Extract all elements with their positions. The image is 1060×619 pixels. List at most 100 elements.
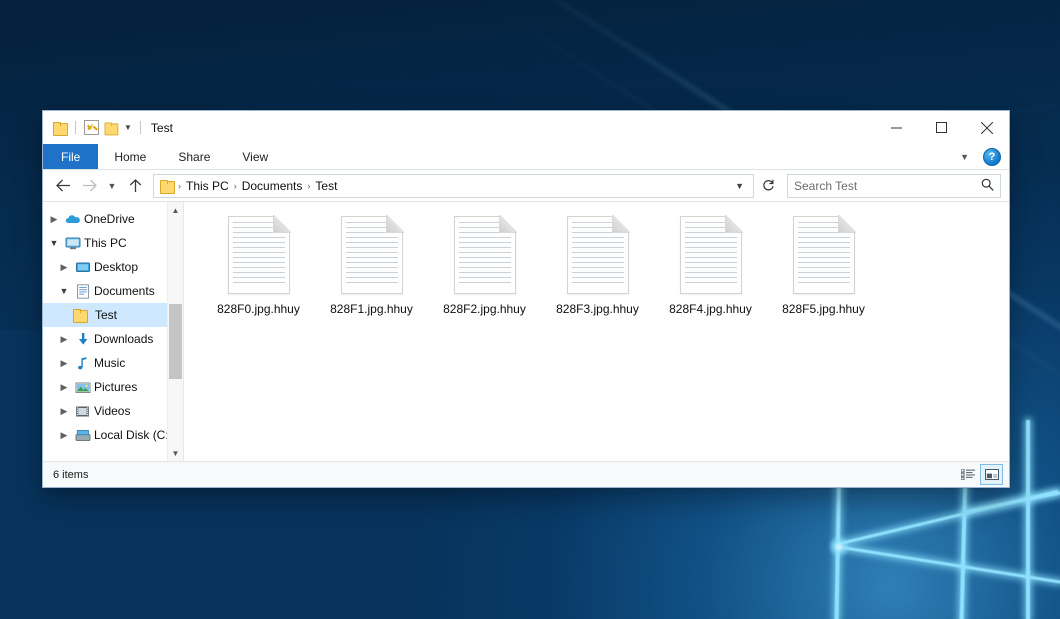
file-item[interactable]: 828F5.jpg.hhuy xyxy=(767,216,880,326)
toolbar-divider xyxy=(140,121,141,134)
window-title: Test xyxy=(151,121,173,135)
generic-document-icon xyxy=(341,216,403,294)
scrollbar-track[interactable] xyxy=(168,218,183,445)
file-item[interactable]: 828F3.jpg.hhuy xyxy=(541,216,654,326)
ribbon-right-controls: ▼ ? xyxy=(954,144,1009,169)
folder-glyph xyxy=(73,309,87,321)
chevron-down-icon[interactable]: ▼ xyxy=(954,152,975,162)
chevron-right-icon[interactable]: ▶ xyxy=(57,406,71,417)
scrollbar-thumb[interactable] xyxy=(169,304,182,379)
address-bar: ▼ › This PC › Documents › Test ▼ Search … xyxy=(43,170,1009,201)
navigation-pane-scrollbar[interactable]: ▲ ▼ xyxy=(167,202,183,461)
file-explorer-window: ✓ ▼ Test File Home Share View ▼ xyxy=(42,110,1010,488)
file-item[interactable]: 828F1.jpg.hhuy xyxy=(315,216,428,326)
generic-document-icon xyxy=(680,216,742,294)
scroll-up-button[interactable]: ▲ xyxy=(168,202,183,218)
view-mode-buttons xyxy=(957,464,1003,485)
sidebar-item-desktop[interactable]: ▶ Desktop xyxy=(43,255,183,279)
folder-icon xyxy=(160,180,174,192)
file-item[interactable]: 828F4.jpg.hhuy xyxy=(654,216,767,326)
sidebar-item-label: OneDrive xyxy=(84,212,135,226)
quick-access-toolbar: ✓ ▼ xyxy=(53,120,144,135)
documents-icon xyxy=(74,283,91,299)
chevron-down-icon[interactable]: ▼ xyxy=(730,181,749,191)
sidebar-item-label: Pictures xyxy=(94,380,137,394)
monitor-icon xyxy=(64,235,81,251)
file-name: 828F4.jpg.hhuy xyxy=(669,302,752,316)
sidebar-item-documents[interactable]: ▼ Documents xyxy=(43,279,183,303)
up-button[interactable] xyxy=(123,174,147,198)
title-bar: ✓ ▼ Test xyxy=(43,111,1009,144)
sidebar-item-music[interactable]: ▶ Music xyxy=(43,351,183,375)
pictures-icon xyxy=(74,379,91,395)
search-input[interactable]: Search Test xyxy=(787,174,1001,198)
minimize-button[interactable] xyxy=(874,111,919,144)
ribbon-tab-bar: File Home Share View ▼ ? xyxy=(43,144,1009,170)
chevron-right-icon[interactable]: ▶ xyxy=(57,430,71,441)
explorer-body: ▶ OneDrive ▼ This PC ▶ Desktop xyxy=(43,201,1009,461)
status-bar: 6 items xyxy=(43,461,1009,487)
sidebar-item-this-pc[interactable]: ▼ This PC xyxy=(43,231,183,255)
sidebar-item-downloads[interactable]: ▶ Downloads xyxy=(43,327,183,351)
chevron-down-icon[interactable]: ▼ xyxy=(57,286,71,296)
search-icon[interactable] xyxy=(981,178,994,194)
file-item[interactable]: 828F2.jpg.hhuy xyxy=(428,216,541,326)
folder-icon[interactable] xyxy=(53,122,67,134)
breadcrumb-item-test[interactable]: Test xyxy=(311,179,341,193)
breadcrumb-item-documents[interactable]: Documents xyxy=(238,179,307,193)
chevron-right-icon[interactable]: ▶ xyxy=(57,262,71,273)
sidebar-item-label: Desktop xyxy=(94,260,138,274)
chevron-right-icon[interactable]: ▶ xyxy=(57,382,71,393)
chevron-down-icon[interactable]: ▼ xyxy=(47,238,61,248)
file-list-pane[interactable]: 828F0.jpg.hhuy 828F1.jpg.hhuy 828F2.jpg.… xyxy=(183,202,1009,461)
recent-locations-button[interactable]: ▼ xyxy=(103,174,121,198)
scroll-down-button[interactable]: ▼ xyxy=(168,445,183,461)
file-name: 828F1.jpg.hhuy xyxy=(330,302,413,316)
back-button[interactable] xyxy=(51,174,75,198)
tab-home[interactable]: Home xyxy=(98,144,162,169)
ribbon-spacer xyxy=(284,144,954,169)
breadcrumb-trail: › This PC › Documents › Test xyxy=(177,179,730,193)
sidebar-item-label: This PC xyxy=(84,236,127,250)
download-icon xyxy=(74,331,91,347)
help-circle-icon[interactable]: ? xyxy=(983,148,1001,166)
sidebar-item-label: Downloads xyxy=(94,332,153,346)
generic-document-icon xyxy=(793,216,855,294)
file-item[interactable]: 828F0.jpg.hhuy xyxy=(202,216,315,326)
details-view-icon[interactable] xyxy=(957,465,978,484)
close-button[interactable] xyxy=(964,111,1009,144)
tab-view[interactable]: View xyxy=(226,144,284,169)
chevron-down-icon[interactable]: ▼ xyxy=(124,123,132,132)
breadcrumb-item-this-pc[interactable]: This PC xyxy=(182,179,233,193)
sidebar-item-onedrive[interactable]: ▶ OneDrive xyxy=(43,207,183,231)
chevron-right-icon[interactable]: ▶ xyxy=(47,214,61,225)
maximize-button[interactable] xyxy=(919,111,964,144)
properties-checkmark-icon[interactable]: ✓ xyxy=(84,120,99,135)
search-placeholder: Search Test xyxy=(794,179,981,193)
tab-file[interactable]: File xyxy=(43,144,98,169)
sidebar-item-local-disk-c[interactable]: ▶ Local Disk (C:) xyxy=(43,423,183,447)
sidebar-item-test[interactable]: Test xyxy=(43,303,183,327)
sidebar-item-label: Videos xyxy=(94,404,130,418)
breadcrumb[interactable]: › This PC › Documents › Test ▼ xyxy=(153,174,754,198)
windows-logo-beam xyxy=(1026,420,1030,619)
desktop-icon xyxy=(74,259,91,275)
forward-button[interactable] xyxy=(77,174,101,198)
toolbar-divider xyxy=(75,121,76,134)
window-controls xyxy=(874,111,1009,144)
file-name: 828F3.jpg.hhuy xyxy=(556,302,639,316)
generic-document-icon xyxy=(228,216,290,294)
chevron-right-icon[interactable]: ▶ xyxy=(57,334,71,345)
sidebar-item-pictures[interactable]: ▶ Pictures xyxy=(43,375,183,399)
chevron-right-icon[interactable]: ▶ xyxy=(57,358,71,369)
sidebar-item-label: Music xyxy=(94,356,125,370)
tab-share[interactable]: Share xyxy=(162,144,226,169)
music-note-icon xyxy=(74,355,91,371)
sidebar-item-label: Documents xyxy=(94,284,155,298)
new-folder-icon[interactable] xyxy=(105,122,118,133)
refresh-button[interactable] xyxy=(756,174,780,198)
sidebar-item-videos[interactable]: ▶ Videos xyxy=(43,399,183,423)
large-icons-view-icon[interactable] xyxy=(980,464,1003,485)
item-count-label: 6 items xyxy=(53,469,88,481)
file-name: 828F5.jpg.hhuy xyxy=(782,302,865,316)
